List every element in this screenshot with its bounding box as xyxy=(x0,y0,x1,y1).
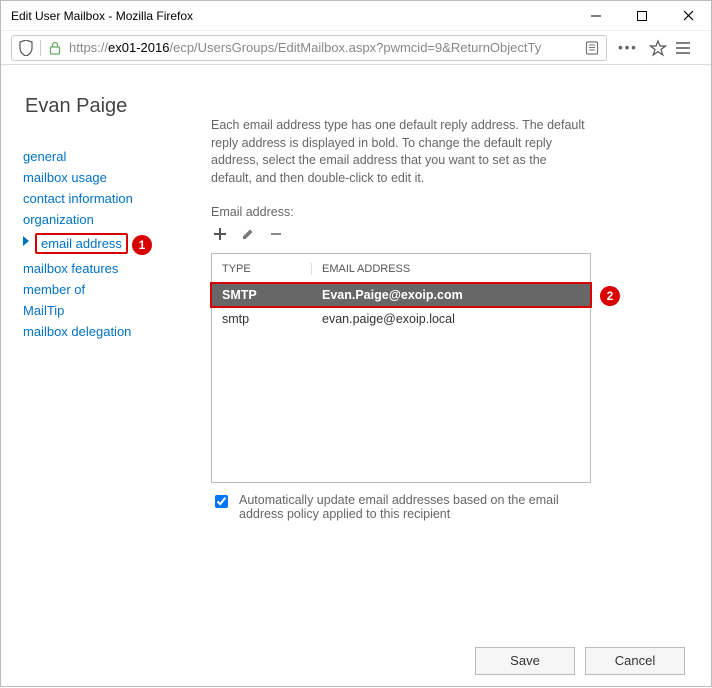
email-address-table: TYPE EMAIL ADDRESS SMTPEvan.Paige@exoip.… xyxy=(211,253,591,483)
column-header-type[interactable]: TYPE xyxy=(212,263,312,275)
sidebar-item-general[interactable]: general xyxy=(23,146,211,167)
url-prefix: https:// xyxy=(69,40,108,55)
sidebar-item-mailbox-usage[interactable]: mailbox usage xyxy=(23,167,211,188)
column-header-address[interactable]: EMAIL ADDRESS xyxy=(312,263,590,275)
window-close-button[interactable] xyxy=(665,1,711,31)
sidebar-item-email-address[interactable]: email address1 xyxy=(23,230,211,258)
add-button[interactable] xyxy=(211,225,229,243)
auto-update-label: Automatically update email addresses bas… xyxy=(239,493,591,521)
bookmark-icon[interactable] xyxy=(649,39,667,57)
sidebar-item-contact-information[interactable]: contact information xyxy=(23,188,211,209)
sidebar-nav: generalmailbox usagecontact informationo… xyxy=(23,146,211,342)
separator xyxy=(40,40,41,56)
sidebar-item-member-of[interactable]: member of xyxy=(23,279,211,300)
sidebar-item-label: email address xyxy=(35,233,128,254)
left-panel: Evan Paige generalmailbox usagecontact i… xyxy=(1,75,211,633)
cell-address: evan.paige@exoip.local xyxy=(312,312,590,326)
url-bar[interactable]: https://ex01-2016/ecp/UsersGroups/EditMa… xyxy=(11,35,607,61)
table-body: SMTPEvan.Paige@exoip.com2smtpevan.paige@… xyxy=(212,284,590,332)
auto-update-checkbox-row[interactable]: Automatically update email addresses bas… xyxy=(211,493,591,521)
cell-type: SMTP xyxy=(212,288,312,302)
content-area: Evan Paige generalmailbox usagecontact i… xyxy=(1,65,711,633)
url-text: https://ex01-2016/ecp/UsersGroups/EditMa… xyxy=(69,40,578,55)
url-host: ex01-2016 xyxy=(108,40,169,55)
edit-button[interactable] xyxy=(239,225,257,243)
window-title: Edit User Mailbox - Mozilla Firefox xyxy=(11,9,573,23)
page-title: Evan Paige xyxy=(25,95,211,118)
url-path: /ecp/UsersGroups/EditMailbox.aspx?pwmcid… xyxy=(169,40,541,55)
cell-address: Evan.Paige@exoip.com xyxy=(312,288,590,302)
callout-badge: 1 xyxy=(132,235,152,255)
email-address-label: Email address: xyxy=(211,205,683,219)
sidebar-item-organization[interactable]: organization xyxy=(23,209,211,230)
hamburger-menu-icon[interactable] xyxy=(675,41,701,55)
window-titlebar: Edit User Mailbox - Mozilla Firefox xyxy=(1,1,711,31)
email-toolbar xyxy=(211,225,683,243)
sidebar-item-MailTip[interactable]: MailTip xyxy=(23,300,211,321)
callout-badge: 2 xyxy=(600,286,620,306)
dialog-footer: Save Cancel xyxy=(1,633,711,688)
auto-update-checkbox[interactable] xyxy=(215,495,228,508)
table-row[interactable]: smtpevan.paige@exoip.local xyxy=(212,306,590,332)
reader-mode-icon[interactable] xyxy=(584,40,600,56)
sidebar-item-mailbox-features[interactable]: mailbox features xyxy=(23,258,211,279)
save-button[interactable]: Save xyxy=(475,647,575,675)
lock-icon xyxy=(47,40,63,56)
remove-button[interactable] xyxy=(267,225,285,243)
page-actions-button[interactable]: ••• xyxy=(615,40,641,55)
browser-toolbar: https://ex01-2016/ecp/UsersGroups/EditMa… xyxy=(1,31,711,65)
table-row[interactable]: SMTPEvan.Paige@exoip.com2 xyxy=(210,282,592,308)
cell-type: smtp xyxy=(212,312,312,326)
sidebar-item-mailbox-delegation[interactable]: mailbox delegation xyxy=(23,321,211,342)
description-text: Each email address type has one default … xyxy=(211,117,591,187)
right-panel: Each email address type has one default … xyxy=(211,75,711,633)
cancel-button[interactable]: Cancel xyxy=(585,647,685,675)
shield-icon xyxy=(18,40,34,56)
table-header: TYPE EMAIL ADDRESS xyxy=(212,254,590,284)
window-maximize-button[interactable] xyxy=(619,1,665,31)
window-minimize-button[interactable] xyxy=(573,1,619,31)
